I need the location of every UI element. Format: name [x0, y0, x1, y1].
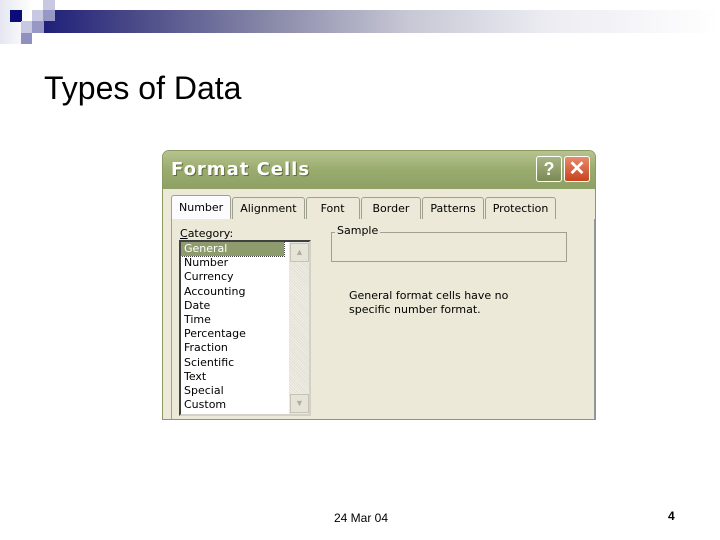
list-item[interactable]: Number — [181, 256, 284, 270]
dialog-titlebar[interactable]: Format Cells ? ✕ — [163, 151, 595, 189]
list-item[interactable]: Accounting — [181, 285, 284, 299]
list-item[interactable]: Date — [181, 299, 284, 313]
dialog-title: Format Cells — [171, 159, 311, 180]
list-item[interactable]: Special — [181, 384, 284, 398]
scroll-down-button[interactable]: ▼ — [290, 394, 309, 413]
decor-square — [32, 21, 44, 33]
close-icon: ✕ — [568, 158, 586, 180]
header-gradient-bar — [32, 10, 720, 33]
tab-number[interactable]: Number — [171, 195, 232, 221]
help-button[interactable]: ? — [536, 156, 562, 182]
list-item[interactable]: Text — [181, 370, 284, 384]
category-label: Category: — [180, 227, 233, 240]
tab-patterns[interactable]: Patterns — [422, 197, 484, 219]
tab-alignment[interactable]: Alignment — [232, 197, 305, 219]
slide-title: Types of Data — [44, 70, 242, 106]
vertical-scrollbar[interactable]: ▲ ▼ — [289, 242, 309, 414]
decor-square — [43, 10, 55, 21]
decor-square — [21, 21, 32, 33]
list-item[interactable]: Currency — [181, 270, 284, 284]
list-item[interactable]: General — [180, 240, 285, 258]
decor-square — [43, 0, 55, 10]
category-label-text: ategory: — [187, 227, 234, 240]
page-number: 4 — [668, 509, 675, 523]
list-item[interactable]: Percentage — [181, 327, 284, 341]
list-item[interactable]: Scientific — [181, 356, 284, 370]
tab-border[interactable]: Border — [360, 197, 422, 219]
decor-square — [32, 10, 43, 21]
footer-date: 24 Mar 04 — [334, 511, 389, 525]
format-description: General format cells have no specific nu… — [349, 289, 509, 316]
tab-strip: Number Alignment Font Border Patterns Pr… — [171, 195, 557, 221]
list-item[interactable]: Time — [181, 313, 284, 327]
list-item[interactable]: Fraction — [181, 341, 284, 355]
category-listbox[interactable]: General Number Currency Accounting Date … — [179, 240, 311, 416]
decor-square — [21, 33, 32, 44]
scroll-up-button[interactable]: ▲ — [290, 243, 309, 262]
close-button[interactable]: ✕ — [564, 156, 590, 182]
list-item[interactable]: Custom — [181, 398, 284, 412]
format-cells-dialog: Format Cells ? ✕ Number Alignment Font B… — [162, 150, 596, 420]
arrow-down-icon: ▼ — [295, 398, 304, 408]
tab-protection[interactable]: Protection — [484, 197, 557, 219]
arrow-up-icon: ▲ — [295, 247, 304, 257]
sample-label: Sample — [335, 224, 381, 237]
category-accel: C — [180, 227, 188, 240]
tab-font[interactable]: Font — [305, 197, 360, 219]
help-icon: ? — [543, 159, 555, 179]
